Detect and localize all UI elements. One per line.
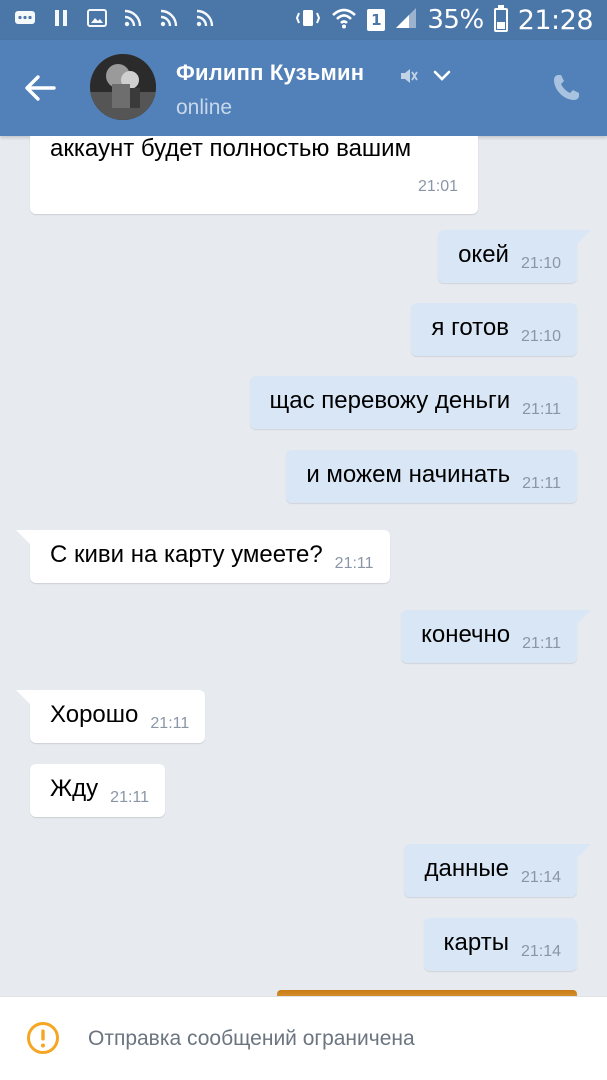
wifi-icon [331,7,357,33]
notification-icons [14,8,216,32]
composer-restricted-bar: Отправка сообщений ограничена [0,996,607,1080]
message-outgoing[interactable]: карты 21:14 [423,918,577,971]
message-time: 21:01 [417,178,458,195]
message-incoming[interactable]: С киви на карту умеете? 21:11 [16,530,390,583]
message-list[interactable]: аккаунт будет полностью вашим 21:01 окей… [0,136,607,996]
pause-icon [50,9,72,32]
exclamation-circle-icon [26,1021,60,1055]
phone-icon [554,75,579,100]
avatar-photo [90,54,156,120]
sim-slot-badge: 1 [367,9,386,31]
call-button[interactable] [550,72,582,104]
rss-icon-3 [194,9,216,32]
status-bar: 1 35% 21:28 [0,0,607,40]
message-time: 21:11 [334,555,374,572]
message-time: 21:11 [522,475,561,492]
clock: 21:28 [517,4,594,36]
message-outgoing[interactable]: и можем начинать 21:11 [286,450,577,503]
message-text: Хорошо [50,701,139,728]
message-outgoing[interactable]: я готов 21:10 [411,303,577,356]
image-notification-icon [86,8,108,32]
contact-name[interactable]: Филипп Кузьмин [176,60,364,86]
message-text: карты [443,929,509,956]
contact-avatar[interactable] [90,54,156,120]
message-text: щас перевожу деньги [269,387,511,414]
message-text: Жду [50,775,99,802]
message-time: 21:14 [520,943,561,960]
rss-icon-1 [122,9,144,32]
message-incoming[interactable]: Жду 21:11 [30,764,166,817]
message-text: и можем начинать [306,461,511,488]
message-time: 21:11 [522,635,561,652]
message-text: С киви на карту умеете? [50,541,323,568]
message-time: 21:11 [150,715,190,732]
message-text: аккаунт будет полностью вашим [50,136,412,162]
messages-notification-icon [14,9,36,32]
arrow-left-icon [25,75,56,101]
message-text: я готов [431,314,509,341]
message-time: 21:11 [522,401,561,418]
signal-icon [395,7,417,33]
chat-header: Филипп Кузьмин online [0,40,607,136]
muted-speaker-icon [399,66,419,86]
message-text: конечно [421,621,511,648]
message-outgoing[interactable]: данные 21:14 [404,844,591,897]
battery-percent: 35% [427,5,484,35]
system-status: 1 35% 21:28 [295,4,594,36]
chevron-down-icon[interactable] [432,66,452,86]
restricted-message: Отправка сообщений ограничена [88,1027,415,1050]
back-button[interactable] [22,70,58,106]
contact-status: online [176,96,233,119]
message-time: 21:10 [520,328,561,345]
message-time: 21:10 [520,255,561,272]
message-time: 21:14 [520,869,561,886]
message-outgoing[interactable]: конечно 21:11 [401,610,591,663]
message-text: окей [458,241,509,268]
vibrate-icon [295,7,321,33]
message-incoming[interactable]: Хорошо 21:11 [16,690,206,743]
battery-icon [493,5,508,32]
message-incoming[interactable]: аккаунт будет полностью вашим 21:01 [30,136,478,214]
message-outgoing[interactable]: окей 21:10 [438,230,591,283]
message-outgoing[interactable]: щас перевожу деньги 21:11 [249,376,577,429]
message-text: данные [424,855,509,882]
message-time: 21:11 [110,789,150,806]
rss-icon-2 [158,9,180,32]
